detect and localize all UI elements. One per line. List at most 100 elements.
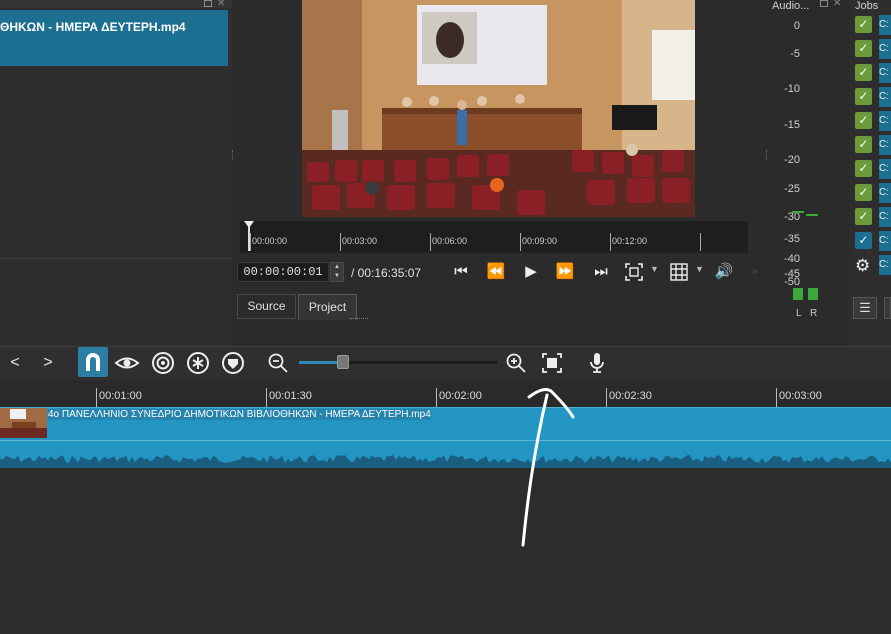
tab-source[interactable]: Source xyxy=(237,294,296,319)
timecode-spinner[interactable]: ▲ ▼ xyxy=(330,262,344,282)
play-icon: ▶ xyxy=(525,263,537,280)
zoom-out-button[interactable] xyxy=(265,350,291,376)
job-item[interactable]: C: xyxy=(879,15,891,35)
fast-forward-button[interactable]: ⏩ xyxy=(552,260,578,284)
scrubber-tick xyxy=(340,233,341,251)
annotation-arrow xyxy=(521,387,575,547)
rewind-button[interactable]: ⏪ xyxy=(483,260,509,284)
scrub-button[interactable] xyxy=(114,350,140,376)
eye-icon xyxy=(114,357,140,369)
timecode-field[interactable]: 00:00:00:01 xyxy=(237,262,329,282)
job-item[interactable]: C: xyxy=(879,231,891,251)
job-item-label: C: xyxy=(879,91,889,102)
play-button[interactable]: ▶ xyxy=(518,260,544,284)
job-item-label: C: xyxy=(879,67,889,78)
job-checkbox[interactable]: ✓ xyxy=(855,160,872,177)
ruler-label: 00:02:00 xyxy=(439,390,482,402)
job-item[interactable]: C: xyxy=(879,135,891,155)
job-item-label: C: xyxy=(879,211,889,222)
target-icon xyxy=(152,352,174,374)
zoom-dropdown-icon[interactable]: ▼ xyxy=(650,264,659,274)
timeline-empty-area[interactable] xyxy=(0,468,891,634)
splitter-handle[interactable] xyxy=(232,150,234,160)
job-item[interactable]: C: xyxy=(879,111,891,131)
next-button[interactable]: > xyxy=(35,350,61,376)
tab-project[interactable]: Project xyxy=(298,294,357,320)
ripple-button[interactable] xyxy=(150,350,176,376)
job-item[interactable]: C: xyxy=(879,63,891,83)
more-controls-icon[interactable]: » xyxy=(752,266,758,277)
grid-dropdown-icon[interactable]: ▼ xyxy=(695,264,704,274)
video-frame-image xyxy=(302,0,695,217)
previous-button[interactable]: < xyxy=(2,350,28,376)
playlist-item[interactable] xyxy=(0,10,228,66)
ruler-label: 00:01:00 xyxy=(99,390,142,402)
scrubber-tick-label: 00:00:00 xyxy=(252,236,288,246)
zoom-in-button[interactable] xyxy=(503,350,529,376)
record-audio-button[interactable] xyxy=(584,350,610,376)
jobs-title: Jobs xyxy=(855,0,879,12)
gear-icon[interactable]: ⚙ xyxy=(855,256,870,276)
ruler-label: 00:03:00 xyxy=(779,390,822,402)
job-checkbox[interactable]: ✓ xyxy=(855,112,872,129)
db-label: -35 xyxy=(784,233,800,245)
audio-waveform xyxy=(0,455,891,468)
float-panel-icon[interactable] xyxy=(820,0,828,7)
ruler-label: 00:02:30 xyxy=(609,390,652,402)
meter-peak-right xyxy=(806,214,818,216)
playhead-marker-icon[interactable] xyxy=(244,221,254,228)
spin-up-icon[interactable]: ▲ xyxy=(331,263,343,272)
jobs-secondary-button[interactable] xyxy=(884,297,891,319)
job-checkbox[interactable]: ✓ xyxy=(855,16,872,33)
playlist-titlebar xyxy=(0,0,232,8)
job-item[interactable]: C: xyxy=(879,255,891,275)
job-checkbox[interactable]: ✓ xyxy=(855,184,872,201)
job-checkbox[interactable]: ✓ xyxy=(855,64,872,81)
splitter-handle[interactable] xyxy=(766,150,768,160)
scrubber-tick xyxy=(610,233,611,251)
skip-next-icon: ⏭ xyxy=(594,263,608,280)
job-checkbox[interactable]: ✓ xyxy=(855,136,872,153)
snap-button[interactable] xyxy=(78,347,108,377)
chevron-right-icon: > xyxy=(43,354,53,371)
volume-icon: 🔊 xyxy=(714,263,734,280)
job-checkbox[interactable]: ✓ xyxy=(855,232,872,249)
job-item[interactable]: C: xyxy=(879,159,891,179)
float-panel-icon[interactable] xyxy=(204,0,212,7)
skip-to-start-button[interactable]: ⏮ xyxy=(448,260,474,284)
job-item[interactable]: C: xyxy=(879,183,891,203)
zoom-slider-handle[interactable] xyxy=(337,355,349,369)
job-item[interactable]: C: xyxy=(879,207,891,227)
zoom-timeline-to-fit-button[interactable] xyxy=(539,350,565,376)
scrubber-tick xyxy=(700,233,701,251)
jobs-menu-button[interactable]: ☰ xyxy=(853,297,877,319)
ripple-all-tracks-button[interactable] xyxy=(185,350,211,376)
skip-to-end-button[interactable]: ⏭ xyxy=(588,260,614,284)
job-checkbox[interactable]: ✓ xyxy=(855,208,872,225)
player-scrubber[interactable]: 00:00:00 00:03:00 00:06:00 00:09:00 00:1… xyxy=(240,221,748,253)
video-preview[interactable] xyxy=(302,0,695,217)
rewind-icon: ⏪ xyxy=(486,263,506,280)
job-item[interactable]: C: xyxy=(879,87,891,107)
job-checkbox[interactable]: ✓ xyxy=(855,88,872,105)
job-item[interactable]: C: xyxy=(879,39,891,59)
job-item-label: C: xyxy=(879,187,889,198)
fast-forward-icon: ⏩ xyxy=(555,263,575,280)
job-item-label: C: xyxy=(879,115,889,126)
scrubber-tick xyxy=(520,233,521,251)
grid-button[interactable] xyxy=(666,260,692,284)
ruler-tick xyxy=(776,388,777,407)
zoom-fit-player-button[interactable] xyxy=(621,260,647,284)
clip-thumbnail xyxy=(0,408,47,438)
close-panel-icon[interactable]: ✕ xyxy=(217,0,225,9)
job-checkbox[interactable]: ✓ xyxy=(855,40,872,57)
meter-level-left xyxy=(793,288,803,300)
spin-down-icon[interactable]: ▼ xyxy=(331,272,343,281)
close-panel-icon[interactable]: ✕ xyxy=(833,0,841,9)
scrubber-tick-label: 00:03:00 xyxy=(342,236,378,246)
volume-button[interactable]: 🔊 xyxy=(711,260,737,284)
meter-channel-left: L xyxy=(796,308,802,319)
ripple-markers-button[interactable] xyxy=(220,350,246,376)
splitter-handle[interactable] xyxy=(350,318,368,320)
playlist-item-label: ΘΗΚΩΝ - ΗΜΕΡΑ ΔΕΥΤΕΡΗ.mp4 xyxy=(0,20,186,34)
